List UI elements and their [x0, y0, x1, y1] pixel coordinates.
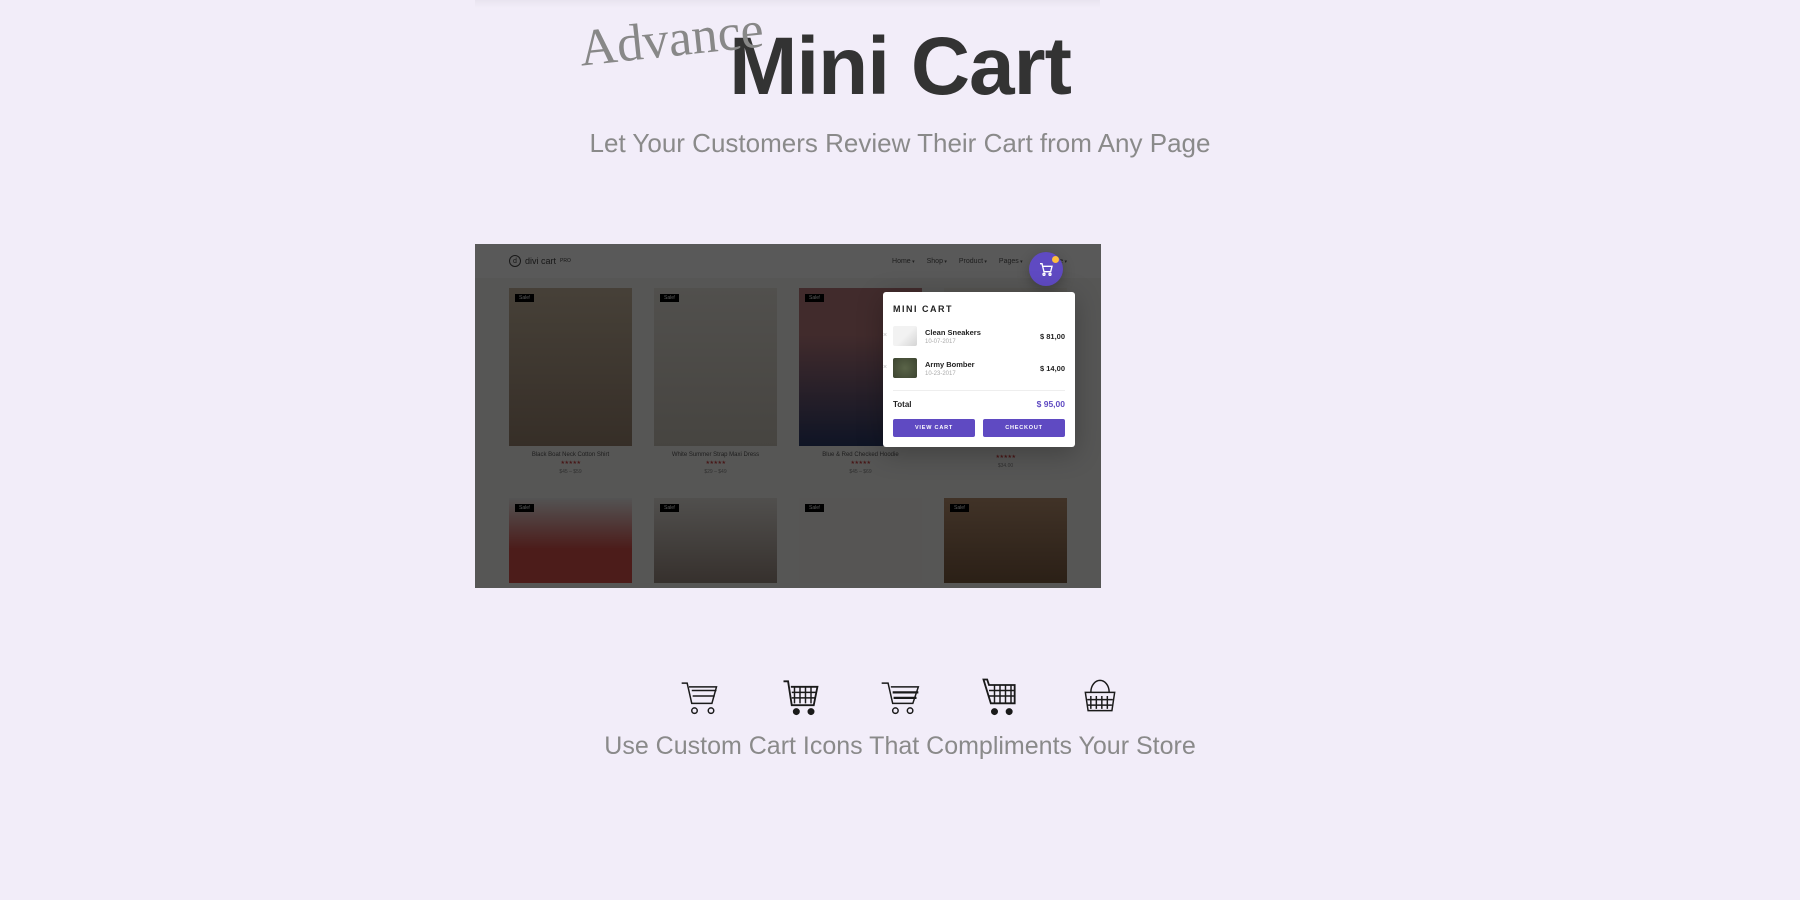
page-header: Advance Mini Cart Let Your Customers Rev… — [0, 20, 1800, 159]
nav-item[interactable]: Shop — [927, 258, 947, 265]
product-price: $29 – $49 — [704, 469, 726, 475]
cart-icon — [1038, 261, 1054, 277]
sale-badge: Sale! — [515, 504, 534, 512]
cart-item-price: $ 14,00 — [1040, 364, 1065, 373]
mini-cart-title: MINI CART — [893, 304, 1065, 314]
basket-icon-variant — [1078, 674, 1122, 723]
product-title: White Summer Strap Maxi Dress — [672, 452, 759, 458]
product-rating: ★★★★★ — [851, 460, 871, 466]
cart-fab-button[interactable] — [1029, 252, 1063, 286]
cart-icon-variant-3 — [878, 674, 922, 723]
cart-item-thumb — [893, 326, 917, 346]
product-card[interactable]: Sale! White Summer Strap Maxi Dress ★★★★… — [654, 288, 777, 480]
product-card[interactable]: Sale! — [799, 498, 922, 588]
product-rating: ★★★★★ — [706, 460, 726, 466]
cart-total-row: Total $ 95,00 — [893, 399, 1065, 409]
cart-total-label: Total — [893, 400, 912, 409]
cart-item-name: Army Bomber — [925, 360, 1032, 369]
product-card[interactable]: Sale! — [509, 498, 632, 588]
product-card[interactable]: Sale! — [944, 498, 1067, 588]
view-cart-button[interactable]: VIEW CART — [893, 419, 975, 437]
divider — [893, 390, 1065, 391]
nav-item[interactable]: Pages — [999, 258, 1023, 265]
demo-navbar: d divi cart PRO Home Shop Product Pages … — [475, 244, 1101, 278]
logo-icon: d — [509, 255, 521, 267]
cart-item-name: Clean Sneakers — [925, 328, 1032, 337]
nav-item[interactable]: Home — [892, 258, 915, 265]
remove-item-icon[interactable]: × — [883, 364, 887, 371]
demo-logo: d divi cart PRO — [509, 255, 571, 267]
cart-item-thumb — [893, 358, 917, 378]
cart-icon-variant-2 — [778, 674, 822, 723]
sale-badge: Sale! — [660, 294, 679, 302]
cart-item-date: 10-07-2017 — [925, 339, 1032, 345]
product-price: $34.00 — [998, 463, 1013, 469]
product-rating: ★★★★★ — [996, 454, 1016, 460]
product-card[interactable]: Sale! — [654, 498, 777, 588]
product-title: Black Boat Neck Cotton Shirt — [532, 452, 609, 458]
demo-screenshot: d divi cart PRO Home Shop Product Pages … — [475, 244, 1101, 588]
cart-icon-variants — [0, 674, 1800, 723]
cart-total-value: $ 95,00 — [1037, 399, 1065, 409]
demo-logo-suffix: PRO — [560, 258, 571, 264]
checkout-button[interactable]: CHECKOUT — [983, 419, 1065, 437]
cart-item-price: $ 81,00 — [1040, 332, 1065, 341]
sale-badge: Sale! — [805, 504, 824, 512]
cart-item[interactable]: × Clean Sneakers 10-07-2017 $ 81,00 — [893, 326, 1065, 346]
cart-item-date: 10-23-2017 — [925, 371, 1032, 377]
demo-logo-text: divi cart — [525, 256, 556, 266]
top-shadow — [475, 0, 1100, 8]
remove-item-icon[interactable]: × — [883, 332, 887, 339]
sale-badge: Sale! — [660, 504, 679, 512]
mini-cart-popup: MINI CART × Clean Sneakers 10-07-2017 $ … — [883, 292, 1075, 447]
sale-badge: Sale! — [515, 294, 534, 302]
bottom-caption: Use Custom Cart Icons That Compliments Y… — [0, 732, 1800, 761]
product-price: $45 – $69 — [849, 469, 871, 475]
page-title: Mini Cart — [729, 21, 1071, 112]
product-price: $45 – $59 — [559, 469, 581, 475]
nav-item[interactable]: Product — [959, 258, 987, 265]
page-subtitle: Let Your Customers Review Their Cart fro… — [0, 128, 1800, 159]
cart-icon-variant-1 — [678, 674, 722, 723]
product-card[interactable]: Sale! Black Boat Neck Cotton Shirt ★★★★★… — [509, 288, 632, 480]
cart-item[interactable]: × Army Bomber 10-23-2017 $ 14,00 — [893, 358, 1065, 378]
sale-badge: Sale! — [805, 294, 824, 302]
sale-badge: Sale! — [950, 504, 969, 512]
cart-icon-variant-4 — [978, 674, 1022, 723]
product-rating: ★★★★★ — [561, 460, 581, 466]
product-title: Blue & Red Checked Hoodie — [822, 452, 898, 458]
